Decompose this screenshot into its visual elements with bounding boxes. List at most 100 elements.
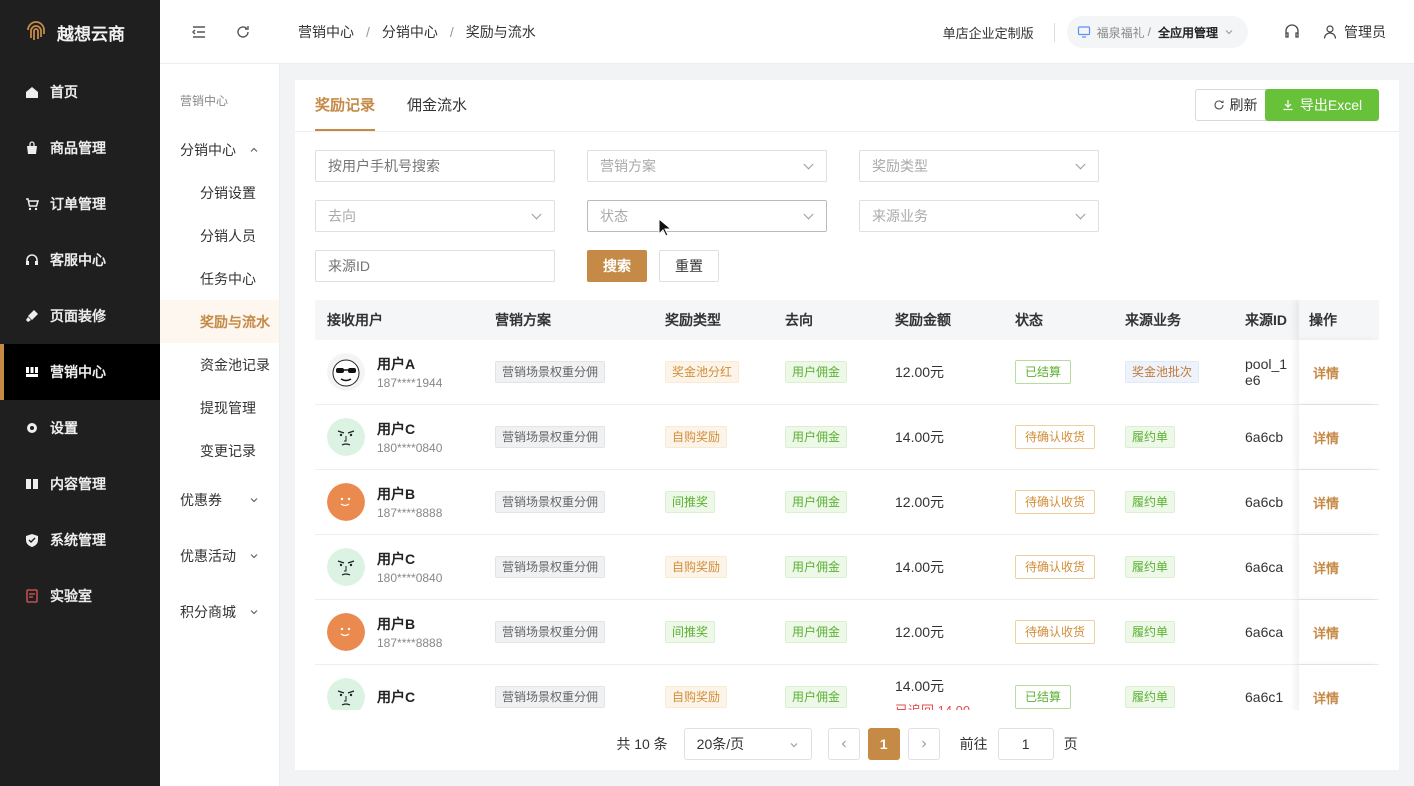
sidebar-item[interactable]: 内容管理	[0, 456, 160, 512]
direction-select[interactable]: 去向	[315, 200, 555, 232]
subnav-group-promo[interactable]: 优惠活动	[160, 528, 279, 584]
amount-value: 12.00元	[895, 364, 945, 380]
refresh-label: 刷新	[1229, 97, 1258, 113]
cell-source-id: 6a6cb	[1245, 494, 1299, 510]
breadcrumb-separator: /	[366, 23, 370, 40]
detail-link[interactable]: 详情	[1313, 363, 1339, 382]
direction-tag: 用户佣金	[785, 361, 848, 383]
sidebar-item-label: 订单管理	[50, 196, 106, 212]
status-select[interactable]: 状态	[587, 200, 827, 232]
avatar	[327, 483, 365, 521]
cell-amount: 14.00元	[895, 427, 1015, 447]
col-header: 奖励金额	[895, 312, 951, 328]
subnav-item[interactable]: 分销人员	[160, 214, 279, 257]
table-row: 用户C 180****0840 营销场景权重分佣 自购奖励 用户佣金 14.00元 待确认收…	[315, 405, 1379, 470]
phone-search-input[interactable]	[315, 150, 555, 182]
plan-select[interactable]: 营销方案	[587, 150, 827, 182]
amount-value: 12.00元	[895, 494, 945, 510]
prev-page-button[interactable]	[827, 728, 860, 760]
sidebar-item-label: 首页	[50, 84, 78, 100]
next-page-button[interactable]	[907, 728, 940, 760]
source-id-input[interactable]	[315, 250, 555, 282]
brand-logo[interactable]: 越想云商	[0, 0, 160, 64]
source-business-select[interactable]: 来源业务	[859, 200, 1099, 232]
cell-user: 用户B 187****8888	[315, 613, 495, 651]
tab-reward-records[interactable]: 奖励记录	[315, 79, 376, 131]
reward-type-select[interactable]: 奖励类型	[859, 150, 1099, 182]
store-switcher[interactable]: 福泉福礼 / 全应用管理	[1066, 16, 1248, 48]
export-excel-button[interactable]: 导出Excel	[1265, 89, 1379, 121]
reset-button[interactable]: 重置	[659, 250, 719, 282]
home-icon	[24, 84, 40, 100]
user-phone: 180****0840	[377, 571, 443, 585]
subnav-item[interactable]: 分销设置	[160, 171, 279, 214]
main-sidebar: 越想云商 首页商品管理订单管理客服中心页面装修营销中心 设置 内容管理 系统管理 实验室	[0, 0, 160, 786]
subnav-group-label: 优惠活动	[180, 548, 236, 564]
user-name: 用户C	[377, 421, 416, 437]
source-id-value: 6a6cb	[1245, 494, 1284, 510]
cell-direction: 用户佣金	[785, 426, 895, 448]
sidebar-item[interactable]: 商品管理	[0, 120, 160, 176]
detail-link[interactable]: 详情	[1313, 688, 1339, 707]
subnav-item[interactable]: 任务中心	[160, 257, 279, 300]
direction-tag: 用户佣金	[785, 686, 848, 708]
sidebar-item[interactable]: 设置	[0, 400, 160, 456]
refresh-button[interactable]: 刷新	[1195, 89, 1275, 121]
plan-tag: 营销场景权重分佣	[495, 556, 606, 578]
table-header: 接收用户 营销方案 奖励类型 去向 奖励金额 状态 来源业务 来源ID 操作	[315, 300, 1379, 340]
bag-icon	[24, 140, 40, 156]
rewards-table: 接收用户 营销方案 奖励类型 去向 奖励金额 状态 来源业务 来源ID 操作 用…	[315, 300, 1379, 710]
sidebar-item[interactable]: 实验室	[0, 568, 160, 624]
breadcrumb-item[interactable]: 营销中心	[298, 22, 354, 42]
table-row: 用户C 营销场景权重分佣 自购奖励 用户佣金 14.00元 已追回 14.00 已结算 履约单…	[315, 665, 1379, 710]
sidebar-item[interactable]: 系统管理	[0, 512, 160, 568]
detail-link[interactable]: 详情	[1313, 493, 1339, 512]
col-header: 来源ID	[1245, 312, 1287, 328]
col-header: 去向	[785, 312, 813, 328]
col-header: 营销方案	[495, 312, 551, 328]
reload-icon[interactable]	[234, 23, 252, 41]
cell-plan: 营销场景权重分佣	[495, 426, 665, 448]
cell-type: 自购奖励	[665, 426, 785, 448]
user-phone: 187****8888	[377, 506, 443, 520]
collapse-menu-icon[interactable]	[190, 23, 208, 41]
reward-type-tag: 奖金池分红	[665, 361, 740, 383]
cell-source-id: 6a6ca	[1245, 559, 1299, 575]
source-business-tag: 履约单	[1125, 621, 1176, 643]
sidebar-item-label: 页面装修	[50, 308, 106, 324]
subnav-item[interactable]: 提现管理	[160, 386, 279, 429]
user-phone: 180****0840	[377, 441, 443, 455]
sidebar-item[interactable]: 营销中心	[0, 344, 160, 400]
source-id-value: 6a6ca	[1245, 559, 1284, 575]
sidebar-item[interactable]: 页面装修	[0, 288, 160, 344]
subnav-item[interactable]: 奖励与流水	[160, 300, 279, 343]
page-size-select[interactable]: 20条/页	[683, 728, 812, 760]
subnav-group-coupon[interactable]: 优惠券	[160, 472, 279, 528]
cell-amount: 12.00元	[895, 492, 1015, 512]
subnav-item[interactable]: 资金池记录	[160, 343, 279, 386]
search-button[interactable]: 搜索	[587, 250, 647, 282]
user-menu[interactable]: 管理员	[1322, 22, 1386, 42]
detail-link[interactable]: 详情	[1313, 623, 1339, 642]
top-bar: 营销中心 / 分销中心 / 奖励与流水 单店企业定制版 福泉福礼 / 全应用管理…	[160, 0, 1414, 64]
cell-user: 用户B 187****8888	[315, 483, 495, 521]
chevron-right-icon	[921, 740, 926, 748]
detail-link[interactable]: 详情	[1313, 558, 1339, 577]
page-number-current[interactable]: 1	[867, 728, 900, 760]
detail-link[interactable]: 详情	[1313, 428, 1339, 447]
status-tag: 已结算	[1015, 360, 1072, 384]
sidebar-item-label: 客服中心	[50, 252, 106, 268]
breadcrumb-item[interactable]: 分销中心	[382, 22, 438, 42]
sidebar-item[interactable]: 首页	[0, 64, 160, 120]
headset-icon[interactable]	[1282, 22, 1302, 42]
tab-commission-flow[interactable]: 佣金流水	[407, 79, 467, 131]
sidebar-item[interactable]: 订单管理	[0, 176, 160, 232]
amount-value: 14.00元	[895, 559, 945, 575]
plan-tag: 营销场景权重分佣	[495, 361, 606, 383]
subnav-group-distribution[interactable]: 分销中心	[160, 128, 279, 171]
subnav-group-points[interactable]: 积分商城	[160, 584, 279, 640]
goto-suffix: 页	[1063, 736, 1078, 752]
subnav-item[interactable]: 变更记录	[160, 429, 279, 472]
goto-page-input[interactable]: 1	[997, 728, 1054, 760]
sidebar-item[interactable]: 客服中心	[0, 232, 160, 288]
